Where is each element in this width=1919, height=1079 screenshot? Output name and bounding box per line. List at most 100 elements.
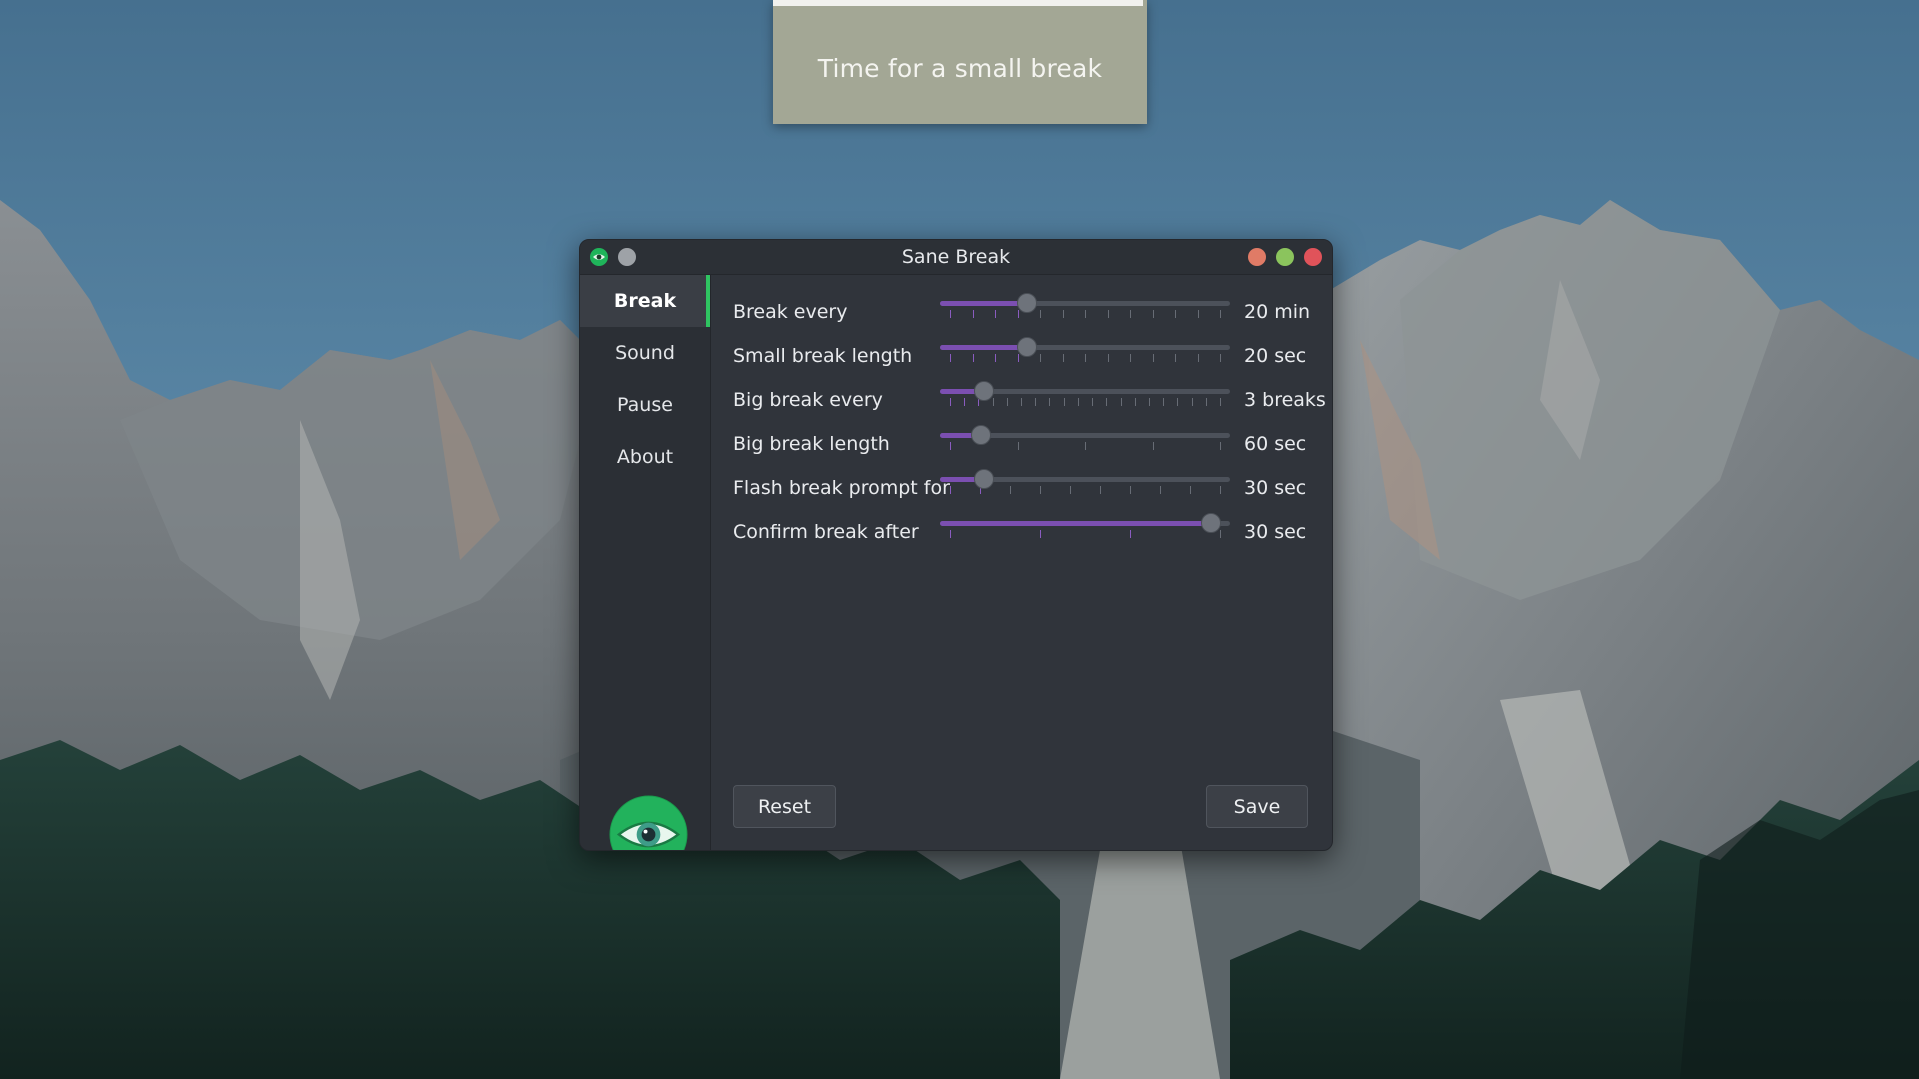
sidebar-item-break[interactable]: Break xyxy=(580,275,710,327)
reset-button[interactable]: Reset xyxy=(733,785,836,828)
sidebar-nav: Break Sound Pause About xyxy=(580,275,710,483)
slider-tick xyxy=(1040,354,1041,362)
sidebar-item-label: Sound xyxy=(615,342,675,364)
sidebar-item-label: Pause xyxy=(617,394,673,416)
slider-tick xyxy=(1108,354,1109,362)
slider-tick xyxy=(1175,310,1176,318)
slider-tick xyxy=(1070,486,1071,494)
confirm-break-after-slider[interactable] xyxy=(940,510,1230,554)
slider-tick xyxy=(1163,398,1164,406)
slider-tick xyxy=(1010,486,1011,494)
slider-tick xyxy=(973,310,974,318)
slider-tick xyxy=(973,354,974,362)
small-break-length-slider[interactable] xyxy=(940,334,1230,378)
slider-tick xyxy=(950,310,951,318)
slider-tick xyxy=(995,310,996,318)
slider-tick xyxy=(1040,486,1041,494)
sane-break-logo-icon xyxy=(609,795,688,850)
setting-row-big-break-every: Big break every 3 breaks xyxy=(733,378,1326,422)
app-eye-icon[interactable] xyxy=(590,248,608,266)
slider-tick xyxy=(950,486,951,494)
slider-tick xyxy=(1130,530,1131,538)
break-prompt-text: Time for a small break xyxy=(817,53,1103,83)
slider-tick xyxy=(1035,398,1036,406)
slider-tick xyxy=(1220,442,1221,450)
sidebar-item-sound[interactable]: Sound xyxy=(580,327,710,379)
sidebar: Break Sound Pause About xyxy=(580,275,711,850)
slider-handle[interactable] xyxy=(974,469,994,489)
slider-tick xyxy=(950,530,951,538)
slider-tick xyxy=(993,398,994,406)
slider-tick xyxy=(1130,310,1131,318)
sidebar-item-label: Break xyxy=(613,290,677,312)
slider-tick xyxy=(1007,398,1008,406)
setting-row-flash-break-prompt-for: Flash break prompt for 30 sec xyxy=(733,466,1318,510)
slider-handle[interactable] xyxy=(1017,337,1037,357)
slider-tick xyxy=(1121,398,1122,406)
slider-tick xyxy=(1153,354,1154,362)
slider-tick xyxy=(1040,530,1041,538)
save-button[interactable]: Save xyxy=(1206,785,1308,828)
slider-ticks xyxy=(940,530,1230,540)
sticky-button-icon[interactable] xyxy=(618,248,636,266)
slider-tick xyxy=(1130,486,1131,494)
setting-value: 20 sec xyxy=(1244,345,1307,367)
setting-label: Flash break prompt for xyxy=(733,477,950,499)
slider-tick xyxy=(1206,398,1207,406)
maximize-button[interactable] xyxy=(1276,248,1294,266)
setting-value: 3 breaks xyxy=(1244,389,1326,411)
slider-tick xyxy=(1049,398,1050,406)
slider-fill xyxy=(940,345,1027,350)
break-every-slider[interactable] xyxy=(940,290,1230,334)
slider-tick xyxy=(1092,398,1093,406)
setting-label: Big break length xyxy=(733,433,890,455)
setting-value: 30 sec xyxy=(1244,477,1307,499)
slider-tick xyxy=(1135,398,1136,406)
big-break-every-slider[interactable] xyxy=(940,378,1230,422)
slider-handle[interactable] xyxy=(974,381,994,401)
slider-tick xyxy=(1220,310,1221,318)
minimize-button[interactable] xyxy=(1248,248,1266,266)
slider-tick xyxy=(1198,310,1199,318)
slider-tick xyxy=(1130,354,1131,362)
slider-fill xyxy=(940,521,1211,526)
slider-tick xyxy=(1063,354,1064,362)
setting-label: Big break every xyxy=(733,389,883,411)
settings-window: Sane Break Break Sound Pause About Break ev… xyxy=(579,239,1333,851)
flash-break-prompt-for-slider[interactable] xyxy=(940,466,1230,510)
slider-handle[interactable] xyxy=(1201,513,1221,533)
setting-row-big-break-length: Big break length 60 sec xyxy=(733,422,1318,466)
slider-tick xyxy=(1078,398,1079,406)
slider-tick xyxy=(995,354,996,362)
slider-tick xyxy=(1018,310,1019,318)
slider-tick xyxy=(1175,354,1176,362)
break-settings: Break every 20 min Small break length 20 se… xyxy=(733,290,1326,554)
slider-tick xyxy=(1220,530,1221,538)
setting-label: Confirm break after xyxy=(733,521,919,543)
close-button[interactable] xyxy=(1304,248,1322,266)
slider-tick xyxy=(950,398,951,406)
slider-handle[interactable] xyxy=(971,425,991,445)
setting-label: Small break length xyxy=(733,345,913,367)
slider-tick xyxy=(1063,310,1064,318)
title-bar[interactable]: Sane Break xyxy=(580,240,1332,275)
slider-tick xyxy=(1192,398,1193,406)
slider-tick xyxy=(1106,398,1107,406)
sidebar-item-about[interactable]: About xyxy=(580,431,710,483)
slider-tick xyxy=(1100,486,1101,494)
big-break-length-slider[interactable] xyxy=(940,422,1230,466)
prompt-progress-bar xyxy=(773,0,1144,6)
slider-tick xyxy=(1153,442,1154,450)
setting-value: 30 sec xyxy=(1244,521,1307,543)
slider-handle[interactable] xyxy=(1017,293,1037,313)
slider-tick xyxy=(1198,354,1199,362)
slider-tick xyxy=(1018,442,1019,450)
slider-tick xyxy=(1018,354,1019,362)
setting-row-small-break-length: Small break length 20 sec xyxy=(733,334,1318,378)
slider-ticks xyxy=(940,354,1230,364)
sidebar-item-label: About xyxy=(616,446,674,468)
sidebar-item-pause[interactable]: Pause xyxy=(580,379,710,431)
slider-tick xyxy=(1085,310,1086,318)
setting-row-break-every: Break every 20 min xyxy=(733,290,1318,334)
slider-tick xyxy=(1021,398,1022,406)
